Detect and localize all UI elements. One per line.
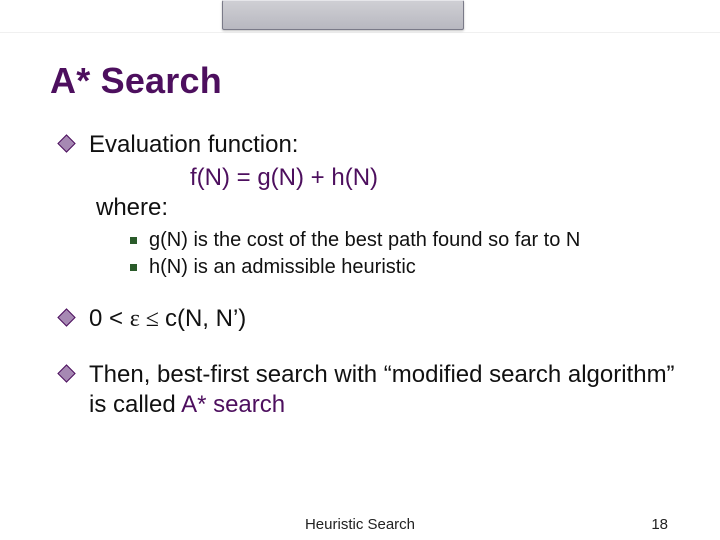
square-bullet-icon [130, 264, 137, 271]
conclusion-pre: Then, best-first search with “modified s… [89, 361, 675, 418]
diamond-bullet-icon [57, 364, 75, 382]
epsilon-symbol: ε [130, 306, 140, 332]
slide-content: Evaluation function: f(N) = g(N) + h(N) … [60, 130, 680, 424]
bullet-inequality: 0 < ε ≤ c(N, N’) [60, 304, 680, 334]
def-h-text: h(N) is an admissible heuristic [149, 255, 416, 280]
bullet-conclusion: Then, best-first search with “modified s… [60, 360, 680, 420]
def-g-text: g(N) is the cost of the best path found … [149, 228, 580, 253]
where-label: where: [96, 194, 680, 222]
slide: A* Search Evaluation function: f(N) = g(… [0, 0, 720, 540]
slide-title: A* Search [50, 60, 222, 102]
eval-label: Evaluation function: [89, 130, 298, 160]
formula: f(N) = g(N) + h(N) [190, 164, 680, 192]
ineq-rhs: c(N, N’) [165, 305, 246, 332]
leq-symbol: ≤ [140, 306, 165, 332]
title-placeholder-bar [222, 0, 464, 30]
bullet-evaluation: Evaluation function: [60, 130, 680, 160]
diamond-bullet-icon [57, 134, 75, 152]
footer-label: Heuristic Search [305, 516, 415, 533]
conclusion-text: Then, best-first search with “modified s… [89, 360, 680, 420]
page-number: 18 [651, 516, 668, 533]
inequality-text: 0 < ε ≤ c(N, N’) [89, 304, 246, 334]
definition-h: h(N) is an admissible heuristic [130, 255, 680, 280]
square-bullet-icon [130, 237, 137, 244]
diamond-bullet-icon [57, 308, 75, 326]
definition-g: g(N) is the cost of the best path found … [130, 228, 680, 253]
conclusion-accent: A* search [181, 391, 285, 418]
top-bar [0, 0, 720, 33]
ineq-prefix: 0 < [89, 305, 130, 332]
